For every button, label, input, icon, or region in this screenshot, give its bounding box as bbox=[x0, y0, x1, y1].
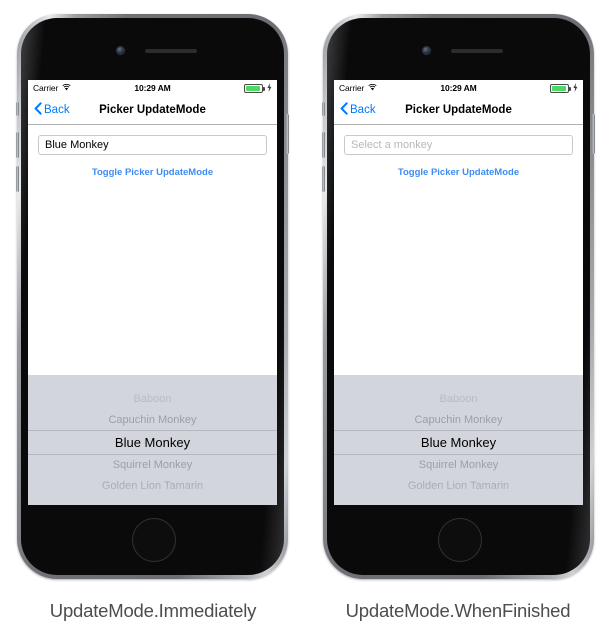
back-button[interactable]: Back bbox=[340, 102, 376, 118]
caption-immediately: UpdateMode.Immediately bbox=[49, 600, 257, 621]
chevron-left-icon bbox=[34, 102, 42, 118]
power-button[interactable] bbox=[286, 114, 289, 154]
navigation-bar: Back Picker UpdateMode bbox=[28, 96, 277, 125]
silent-switch[interactable] bbox=[322, 102, 325, 116]
caption-whenfinished: UpdateMode.WhenFinished bbox=[345, 600, 571, 621]
earpiece-speaker-icon bbox=[450, 49, 503, 53]
chevron-left-icon bbox=[340, 102, 348, 118]
volume-up-button[interactable] bbox=[322, 132, 325, 158]
back-button-label: Back bbox=[44, 104, 70, 116]
status-bar-right bbox=[550, 82, 578, 94]
back-button[interactable]: Back bbox=[34, 102, 70, 118]
earpiece-speaker-icon bbox=[144, 49, 197, 53]
picker-row[interactable]: Baboon bbox=[28, 389, 277, 410]
picker-row[interactable]: Capuchin Monkey bbox=[28, 410, 277, 431]
picker-row[interactable]: Squirrel Monkey bbox=[28, 455, 277, 476]
status-bar: Carrier 10:29 AM bbox=[334, 80, 583, 96]
back-button-label: Back bbox=[350, 104, 376, 116]
battery-icon bbox=[550, 83, 571, 93]
volume-down-button[interactable] bbox=[16, 166, 19, 192]
picker-row[interactable]: Howler Monkey bbox=[334, 497, 583, 505]
phone-screen: Carrier 10:29 AM Back Picker UpdateMode … bbox=[334, 80, 583, 505]
battery-icon bbox=[244, 83, 265, 93]
lightning-bolt-icon bbox=[267, 82, 272, 94]
picker-row[interactable]: Howler Monkey bbox=[28, 497, 277, 505]
monkey-text-input[interactable]: Blue Monkey bbox=[38, 135, 267, 155]
comparison-figure: Carrier 10:29 AM Back Picker UpdateMode … bbox=[0, 0, 611, 641]
picker-row-selected[interactable]: Blue Monkey bbox=[28, 431, 277, 455]
volume-up-button[interactable] bbox=[16, 132, 19, 158]
front-camera-icon bbox=[116, 47, 124, 54]
status-bar: Carrier 10:29 AM bbox=[28, 80, 277, 96]
navigation-bar: Back Picker UpdateMode bbox=[334, 96, 583, 125]
picker-row[interactable]: Golden Lion Tamarin bbox=[334, 476, 583, 497]
volume-down-button[interactable] bbox=[322, 166, 325, 192]
front-camera-icon bbox=[422, 47, 430, 54]
picker-row-selected[interactable]: Blue Monkey bbox=[334, 431, 583, 455]
phone-screen: Carrier 10:29 AM Back Picker UpdateMode … bbox=[28, 80, 277, 505]
picker-row[interactable]: Baboon bbox=[334, 389, 583, 410]
monkey-text-input[interactable]: Select a monkey bbox=[344, 135, 573, 155]
power-button[interactable] bbox=[592, 114, 595, 154]
picker-row[interactable]: Squirrel Monkey bbox=[334, 455, 583, 476]
lightning-bolt-icon bbox=[573, 82, 578, 94]
picker-row[interactable]: Golden Lion Tamarin bbox=[28, 476, 277, 497]
toggle-picker-updatemode-button[interactable]: Toggle Picker UpdateMode bbox=[28, 167, 277, 178]
phone-device-whenfinished: Carrier 10:29 AM Back Picker UpdateMode … bbox=[322, 14, 595, 579]
picker-rows: Baboon Capuchin Monkey Blue Monkey Squir… bbox=[28, 389, 277, 505]
silent-switch[interactable] bbox=[16, 102, 19, 116]
picker-row[interactable]: Capuchin Monkey bbox=[334, 410, 583, 431]
home-button[interactable] bbox=[437, 518, 482, 562]
clock-label: 10:29 AM bbox=[134, 83, 171, 93]
picker-rows: Baboon Capuchin Monkey Blue Monkey Squir… bbox=[334, 389, 583, 505]
clock-label: 10:29 AM bbox=[440, 83, 477, 93]
toggle-picker-updatemode-button[interactable]: Toggle Picker UpdateMode bbox=[334, 167, 583, 178]
monkey-picker-wheel[interactable]: Baboon Capuchin Monkey Blue Monkey Squir… bbox=[28, 375, 277, 505]
phone-device-immediately: Carrier 10:29 AM Back Picker UpdateMode … bbox=[16, 14, 289, 579]
monkey-picker-wheel[interactable]: Baboon Capuchin Monkey Blue Monkey Squir… bbox=[334, 375, 583, 505]
status-bar-right bbox=[244, 82, 272, 94]
home-button[interactable] bbox=[131, 518, 176, 562]
